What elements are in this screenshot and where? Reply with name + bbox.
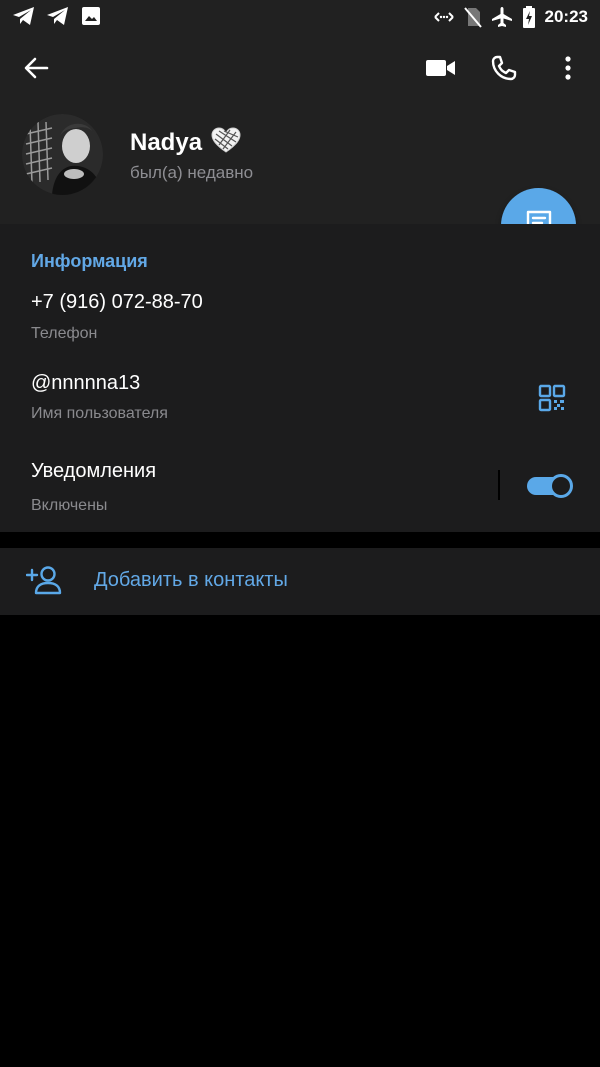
qr-code-icon (538, 384, 566, 416)
notifications-toggle[interactable] (527, 474, 573, 498)
airplane-icon (491, 6, 513, 28)
battery-charging-icon (522, 6, 536, 28)
heart-icon (210, 126, 242, 159)
username-label: Имя пользователя (31, 405, 168, 422)
add-contact-label: Добавить в контакты (94, 569, 288, 591)
arrow-left-icon (23, 55, 49, 86)
telegram-icon (46, 5, 70, 27)
username[interactable]: @nnnnna13 (31, 372, 140, 395)
status-time: 20:23 (544, 7, 588, 26)
no-sim-icon (463, 6, 482, 28)
notifications-title[interactable]: Уведомления (31, 460, 156, 483)
video-camera-icon (426, 58, 456, 83)
data-saver-icon (433, 6, 455, 28)
phone-icon (491, 55, 517, 86)
add-user-icon (25, 565, 62, 595)
telegram-icon (12, 5, 36, 27)
divider (498, 470, 500, 500)
more-vertical-icon (564, 55, 572, 85)
phone-number[interactable]: +7 (916) 072-88-70 (31, 291, 203, 314)
notifications-status: Включены (31, 497, 108, 514)
phone-label: Телефон (31, 325, 98, 342)
video-call-button[interactable] (420, 50, 462, 90)
image-icon (80, 5, 102, 27)
more-button[interactable] (548, 50, 588, 90)
system-status-icons: 20:23 (433, 5, 588, 29)
qr-code-button[interactable] (538, 384, 566, 412)
profile-name: Nadya (130, 128, 203, 156)
info-section: Информация +7 (916) 072-88-70 Телефон @n… (0, 224, 600, 532)
section-title: Информация (31, 251, 148, 271)
avatar[interactable] (22, 114, 103, 195)
last-seen-status: был(а) недавно (130, 163, 254, 182)
notification-icons (12, 5, 102, 27)
toggle-thumb (549, 474, 573, 498)
add-contact-row[interactable]: Добавить в контакты (0, 548, 600, 615)
profile-header: Nadya был(а) недавно (0, 34, 600, 224)
call-button[interactable] (484, 50, 524, 90)
back-button[interactable] (16, 50, 56, 90)
name-row: Nadya (130, 126, 242, 159)
status-bar: 20:23 (0, 0, 600, 34)
